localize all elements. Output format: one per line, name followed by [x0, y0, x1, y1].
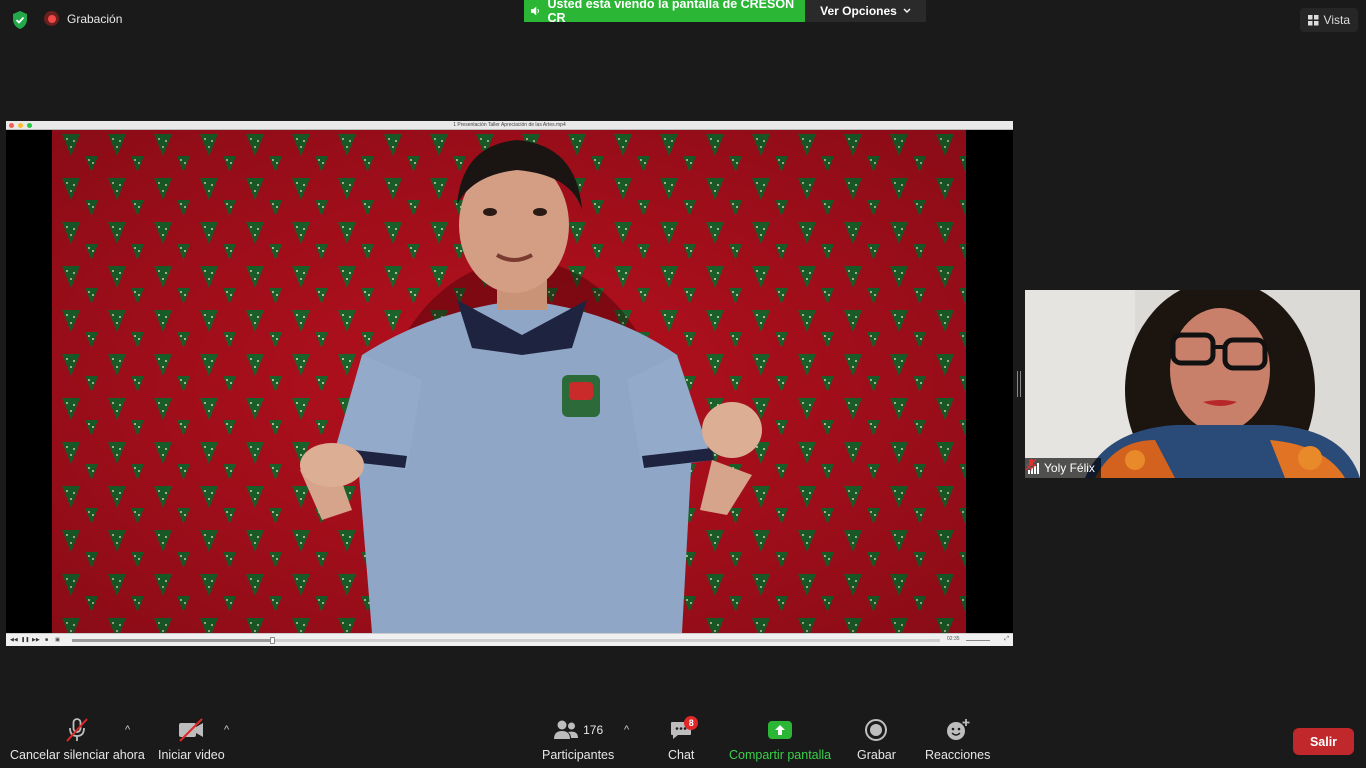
start-video-button[interactable]: Iniciar video	[158, 718, 225, 762]
player-controls: ◀◀ ❚❚ ▶▶ ■ ▣ 02:35 ⤢	[6, 633, 1013, 646]
participant-video-image	[1025, 290, 1360, 478]
view-label: Vista	[1323, 13, 1350, 27]
recording-label: Grabación	[67, 11, 123, 26]
chat-button[interactable]: 8 Chat	[668, 716, 699, 762]
shared-screen[interactable]: 1 Presentación Taller Apreciación de las…	[6, 121, 1013, 646]
chat-label: Chat	[668, 748, 695, 762]
share-banner-text: Usted está viendo la pantalla de CRESON …	[547, 0, 795, 25]
playback-time: 02:35	[947, 636, 960, 642]
participants-label: Participantes	[542, 748, 615, 762]
recording-dot-icon	[44, 11, 59, 26]
panel-splitter-handle[interactable]	[1017, 371, 1021, 397]
participant-name: Yoly Félix	[1044, 461, 1095, 475]
participant-video-tile[interactable]: Yoly Félix	[1025, 290, 1360, 478]
participants-button[interactable]: 176 Participantes	[542, 718, 614, 762]
record-label: Grabar	[857, 748, 896, 762]
participant-name-tag: Yoly Félix	[1025, 458, 1101, 478]
rewind-icon[interactable]: ◀◀	[10, 637, 18, 644]
view-options-button[interactable]: Ver Opciones	[805, 0, 926, 22]
seek-bar[interactable]	[72, 637, 940, 644]
share-screen-label: Compartir pantalla	[729, 748, 832, 762]
participants-icon	[554, 720, 579, 739]
speaker-icon	[530, 6, 539, 16]
muted-microphone-icon	[1025, 458, 1037, 471]
reactions-button[interactable]: Reacciones	[925, 718, 990, 762]
unmute-label: Cancelar silenciar ahora	[10, 748, 145, 762]
view-button[interactable]: Vista	[1299, 8, 1358, 32]
leave-label: Salir	[1309, 734, 1338, 749]
grid-view-icon	[1307, 14, 1319, 25]
fullscreen-toggle-icon[interactable]: ▣	[54, 637, 61, 644]
player-title: 1 Presentación Taller Apreciación de las…	[453, 122, 566, 128]
recording-indicator[interactable]: Grabación	[44, 11, 122, 26]
participants-count: 176	[583, 723, 604, 737]
audio-options-chevron-icon[interactable]: ^	[125, 724, 130, 736]
chevron-down-icon	[903, 8, 911, 13]
player-titlebar: 1 Presentación Taller Apreciación de las…	[6, 121, 1013, 130]
video-content-image	[52, 130, 966, 633]
chat-unread-badge: 8	[684, 716, 699, 730]
share-screen-arrow-icon	[768, 721, 793, 739]
volume-slider[interactable]	[966, 640, 990, 641]
video-area[interactable]	[6, 130, 1013, 633]
record-button[interactable]: Grabar	[857, 718, 896, 762]
record-icon	[865, 719, 888, 741]
view-options-label: Ver Opciones	[820, 4, 897, 18]
fast-forward-icon[interactable]: ▶▶	[32, 637, 40, 644]
pause-icon[interactable]: ❚❚	[21, 637, 29, 644]
leave-meeting-button[interactable]: Salir	[1293, 728, 1354, 755]
seek-bar-handle[interactable]	[269, 637, 275, 644]
smiley-plus-icon	[946, 719, 970, 740]
expand-icon[interactable]: ⤢	[1004, 636, 1009, 643]
video-camera-off-icon	[179, 718, 204, 742]
start-video-label: Iniciar video	[158, 748, 225, 762]
microphone-muted-icon	[66, 718, 89, 742]
security-shield-icon[interactable]	[9, 9, 31, 31]
seek-bar-fill	[72, 639, 272, 642]
screen-share-banner: Usted está viendo la pantalla de CRESON …	[524, 0, 805, 25]
participants-options-chevron-icon[interactable]: ^	[624, 724, 629, 736]
video-options-chevron-icon[interactable]: ^	[224, 724, 229, 736]
video-frame	[52, 130, 966, 633]
stop-icon[interactable]: ■	[43, 637, 50, 644]
reactions-label: Reacciones	[925, 748, 991, 762]
share-screen-button[interactable]: Compartir pantalla	[729, 718, 831, 762]
